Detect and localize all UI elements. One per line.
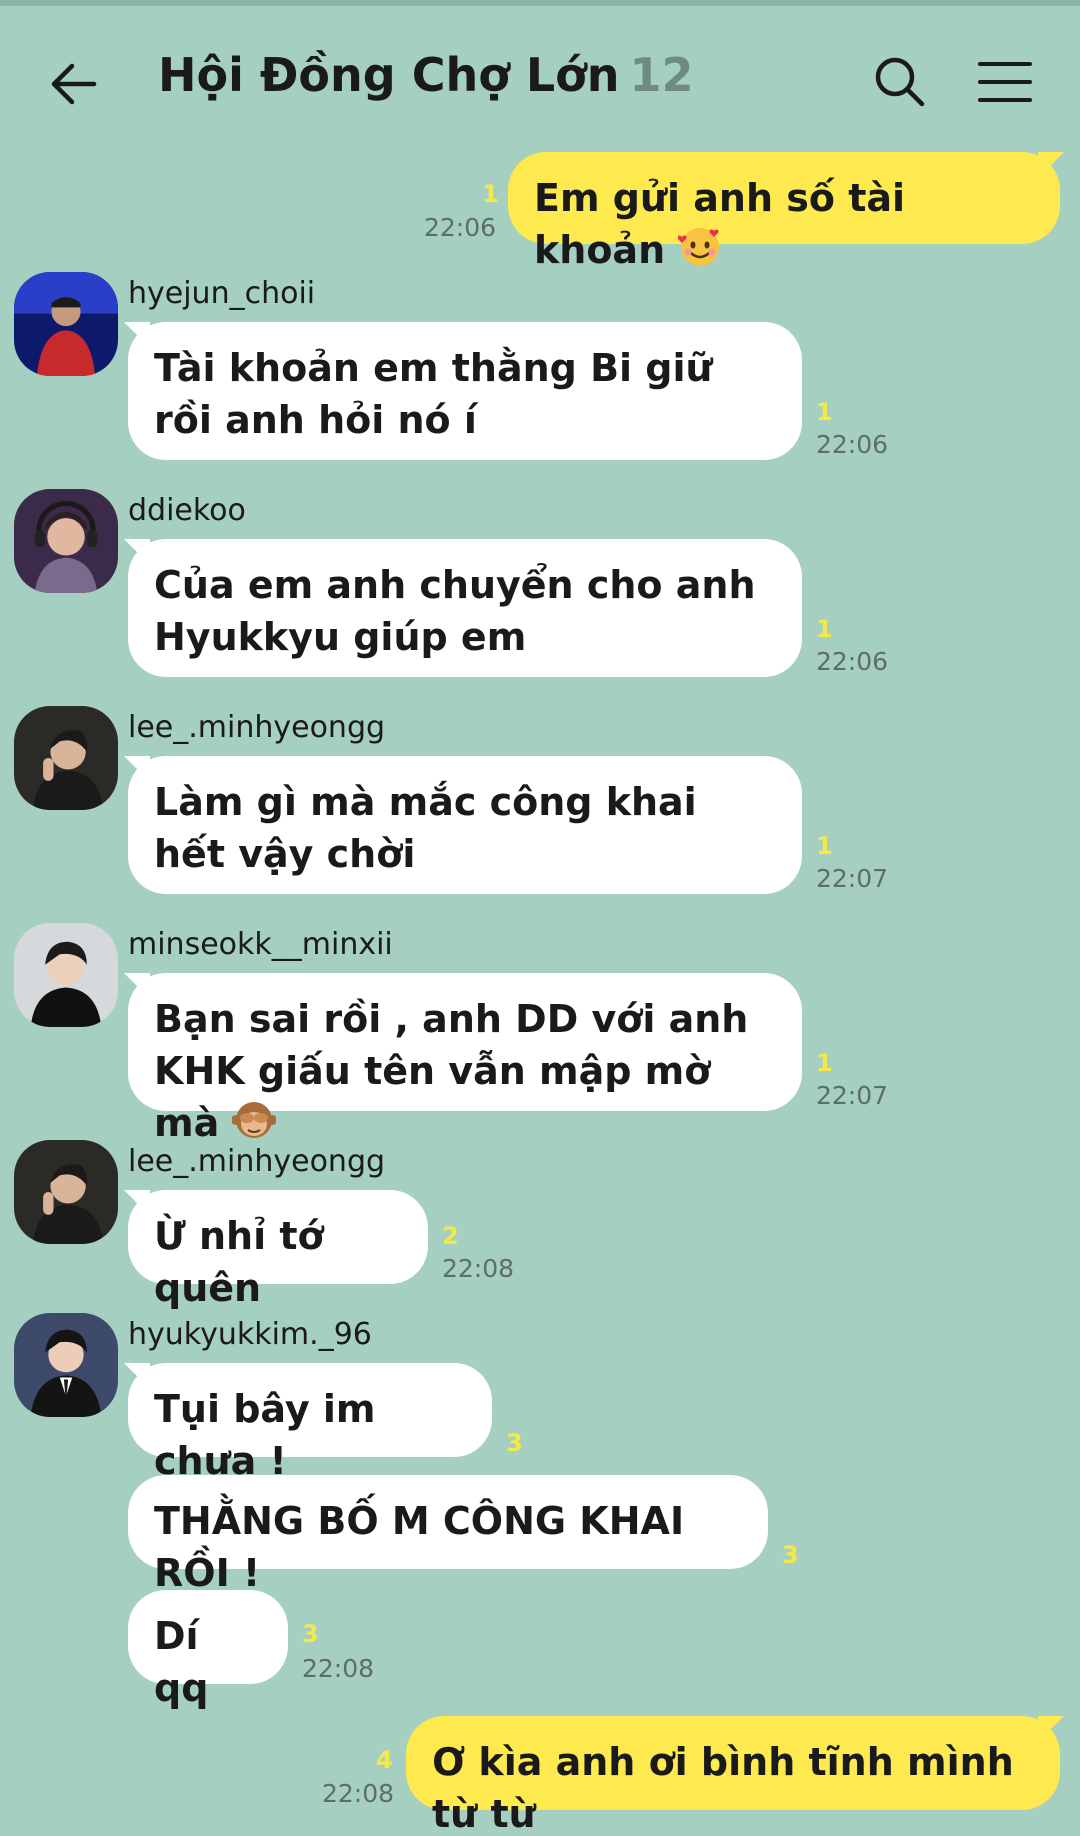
unread-count: 1: [482, 180, 499, 208]
message-time: 22:06: [816, 430, 889, 459]
avatar-minseok[interactable]: [14, 923, 118, 1027]
chat-header: Hội Đồng Chợ Lớn 12: [0, 30, 1080, 130]
message-text: Làm gì mà mắc công khai hết vậy chời: [154, 780, 697, 876]
message-text: Dí qq: [154, 1614, 209, 1710]
unread-count: 1: [816, 398, 833, 426]
status-divider: [0, 0, 1080, 6]
smiling-face-with-hearts-icon: [678, 228, 720, 266]
message-time: 22:08: [322, 1779, 395, 1808]
sender-name: minseokk__minxii: [128, 927, 393, 962]
avatar-photo: [14, 1140, 118, 1244]
message-text: Ơ kìa anh ơi bình tĩnh mình từ từ: [432, 1740, 1014, 1836]
search-icon: [875, 57, 925, 107]
see-no-evil-monkey-icon: [232, 1102, 277, 1138]
message-time: 22:07: [816, 1081, 889, 1110]
sender-name: hyukyukkim._96: [128, 1317, 372, 1352]
unread-count: 1: [816, 1049, 833, 1077]
avatar-hyukkyu[interactable]: [14, 1313, 118, 1417]
sender-name: lee_.minhyeongg: [128, 1144, 386, 1179]
avatar-minhyeong[interactable]: [14, 706, 118, 810]
unread-count: 3: [782, 1541, 799, 1569]
avatar-ddiekoo[interactable]: [14, 489, 118, 593]
avatar-photo: [14, 923, 118, 1027]
message-bubble[interactable]: Làm gì mà mắc công khai hết vậy chời: [128, 756, 802, 894]
message-bubble[interactable]: Tài khoản em thằng Bi giữ rồi anh hỏi nó…: [128, 322, 802, 460]
my-message-bubble[interactable]: Ơ kìa anh ơi bình tĩnh mình từ từ: [406, 1716, 1060, 1836]
unread-count: 4: [376, 1746, 393, 1774]
search-button[interactable]: [868, 50, 932, 114]
message-text: Tụi bây im chưa !: [154, 1387, 376, 1483]
message-time: 22:06: [816, 647, 889, 676]
avatar-photo: [14, 272, 118, 376]
chat-title-text: Hội Đồng Chợ Lớn: [158, 48, 620, 102]
avatar-photo: [14, 1313, 118, 1417]
my-message-bubble[interactable]: Em gửi anh số tài khoản: [508, 152, 1060, 272]
unread-count: 2: [442, 1222, 459, 1250]
member-count: 12: [629, 48, 694, 102]
sender-name: hyejun_choii: [128, 276, 316, 311]
message-time: 22:08: [442, 1254, 515, 1283]
message-bubble[interactable]: Ừ nhỉ tớ quên: [128, 1190, 428, 1310]
message-text: Của em anh chuyển cho anh Hyukkyu giúp e…: [154, 563, 756, 659]
message-bubble[interactable]: THẰNG BỐ M CÔNG KHAI RỒI !: [128, 1475, 768, 1595]
avatar-photo: [14, 489, 118, 593]
unread-count: 1: [816, 615, 833, 643]
chat-title: Hội Đồng Chợ Lớn 12: [158, 48, 694, 102]
message-bubble[interactable]: Bạn sai rồi , anh DD với anh KHK giấu tê…: [128, 973, 802, 1145]
sender-name: lee_.minhyeongg: [128, 710, 386, 745]
message-text: THẰNG BỐ M CÔNG KHAI RỒI !: [154, 1499, 685, 1595]
hamburger-menu-icon: [978, 62, 1032, 102]
message-time: 22:08: [302, 1654, 375, 1683]
sender-name: ddiekoo: [128, 493, 246, 528]
arrow-left-icon: [51, 63, 97, 105]
message-bubble[interactable]: Tụi bây im chưa !: [128, 1363, 492, 1483]
unread-count: 1: [816, 832, 833, 860]
avatar-minhyeong[interactable]: [14, 1140, 118, 1244]
message-bubble[interactable]: Của em anh chuyển cho anh Hyukkyu giúp e…: [128, 539, 802, 677]
avatar-photo: [14, 706, 118, 810]
back-button[interactable]: [44, 52, 108, 116]
unread-count: 3: [302, 1620, 319, 1648]
avatar-hyejun[interactable]: [14, 272, 118, 376]
message-bubble[interactable]: Dí qq: [128, 1590, 288, 1710]
message-text: Tài khoản em thằng Bi giữ rồi anh hỏi nó…: [154, 346, 713, 442]
message-time: 22:07: [816, 864, 889, 893]
message-text: Ừ nhỉ tớ quên: [154, 1214, 324, 1310]
menu-button[interactable]: [972, 50, 1036, 114]
message-time: 22:06: [424, 213, 497, 242]
unread-count: 3: [506, 1429, 523, 1457]
